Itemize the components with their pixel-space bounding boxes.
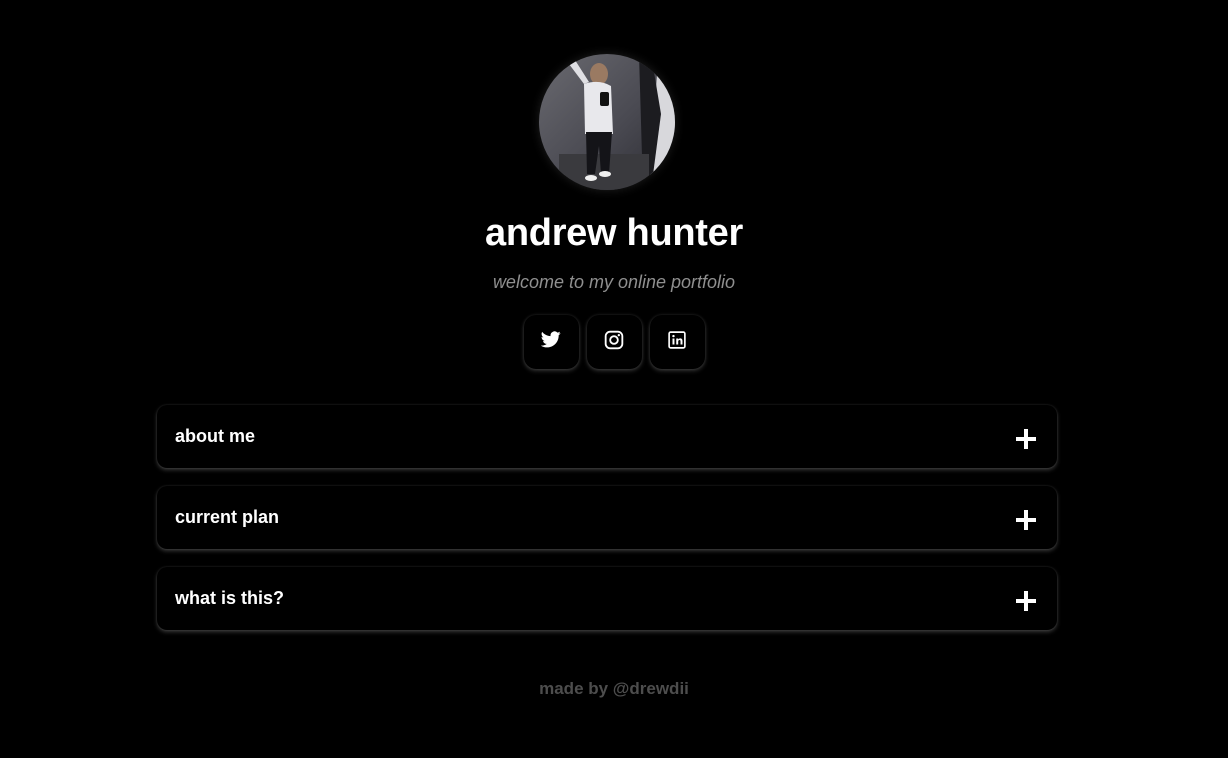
section-what-is-this[interactable]: what is this? (157, 567, 1057, 630)
section-current-plan[interactable]: current plan (157, 486, 1057, 549)
avatar (539, 54, 675, 190)
plus-icon (1016, 510, 1036, 530)
linkedin-icon (668, 330, 686, 354)
portfolio-page: andrew hunter welcome to my online portf… (0, 0, 1228, 758)
section-label: about me (175, 426, 256, 446)
twitter-button[interactable] (523, 315, 579, 369)
section-label: what is this? (175, 588, 285, 608)
footer-credit: made by @drewdii (539, 679, 689, 698)
section-about-me[interactable]: about me (157, 405, 1057, 468)
section-label: current plan (175, 507, 280, 527)
linkedin-button[interactable] (649, 315, 705, 369)
plus-icon (1016, 591, 1036, 611)
twitter-icon (540, 331, 561, 353)
plus-icon (1016, 429, 1036, 449)
page-title: andrew hunter (485, 212, 743, 254)
instagram-icon (604, 330, 624, 355)
instagram-button[interactable] (586, 315, 642, 369)
social-links (0, 315, 1228, 369)
tagline: welcome to my online portfolio (492, 272, 736, 292)
